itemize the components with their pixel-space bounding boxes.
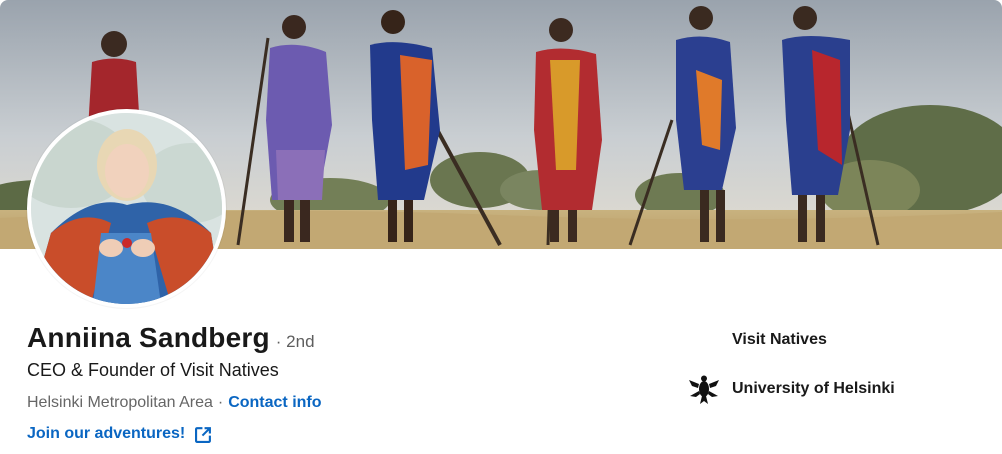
website-link[interactable]: Join our adventures! — [27, 425, 212, 443]
name-row: Anniina Sandberg · 2nd — [27, 322, 315, 354]
avatar-image — [31, 113, 222, 304]
location-row: Helsinki Metropolitan Area · Contact inf… — [27, 394, 322, 412]
experience-label: Visit Natives — [732, 331, 827, 348]
website-link-label: Join our adventures! — [27, 425, 186, 442]
education-item-university-of-helsinki[interactable]: University of Helsinki — [686, 371, 895, 407]
university-of-helsinki-logo — [686, 371, 722, 407]
avatar[interactable] — [27, 109, 226, 308]
separator-dot: · — [217, 394, 224, 411]
company-logo-placeholder — [686, 322, 722, 358]
contact-info-link[interactable]: Contact info — [228, 394, 321, 412]
education-label: University of Helsinki — [732, 380, 895, 397]
profile-headline: CEO & Founder of Visit Natives — [27, 360, 279, 380]
connection-degree: · 2nd — [275, 332, 315, 351]
profile-name: Anniina Sandberg — [27, 322, 270, 353]
external-link-icon — [195, 426, 212, 443]
profile-location: Helsinki Metropolitan Area — [27, 394, 213, 411]
experience-item-visit-natives[interactable]: Visit Natives — [686, 322, 827, 358]
profile-card: Anniina Sandberg · 2nd CEO & Founder of … — [0, 0, 1002, 454]
